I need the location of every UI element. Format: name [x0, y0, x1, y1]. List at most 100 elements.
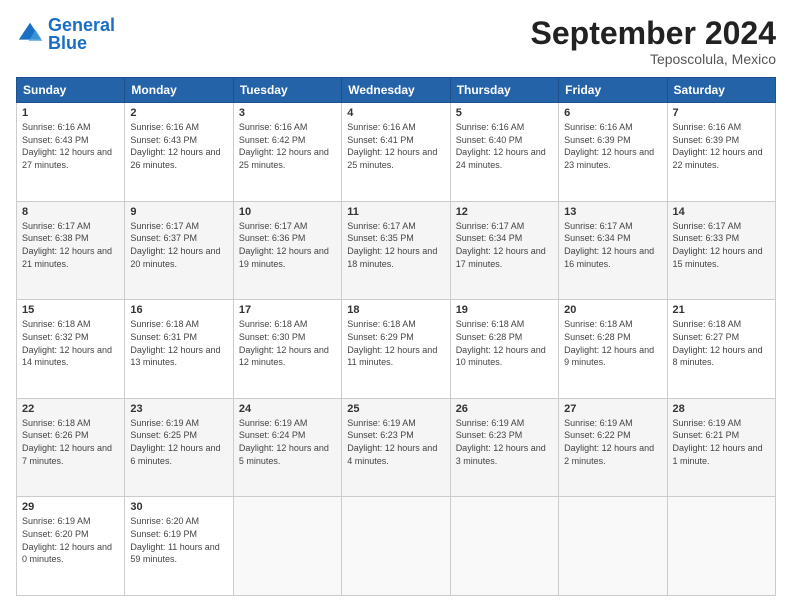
sunrise-text: Sunrise: 6:18 AM [130, 318, 227, 331]
sunset-text: Sunset: 6:43 PM [130, 134, 227, 147]
table-row: 29 Sunrise: 6:19 AM Sunset: 6:20 PM Dayl… [17, 497, 125, 596]
daylight-text: Daylight: 12 hours and 10 minutes. [456, 344, 553, 369]
day-info: Sunrise: 6:16 AM Sunset: 6:39 PM Dayligh… [673, 121, 770, 171]
table-row: 1 Sunrise: 6:16 AM Sunset: 6:43 PM Dayli… [17, 103, 125, 202]
table-row: 24 Sunrise: 6:19 AM Sunset: 6:24 PM Dayl… [233, 398, 341, 497]
daylight-text: Daylight: 12 hours and 25 minutes. [239, 146, 336, 171]
col-thursday: Thursday [450, 78, 558, 103]
sunrise-text: Sunrise: 6:18 AM [564, 318, 661, 331]
table-row: 30 Sunrise: 6:20 AM Sunset: 6:19 PM Dayl… [125, 497, 233, 596]
sunrise-text: Sunrise: 6:18 AM [22, 417, 119, 430]
header-row: Sunday Monday Tuesday Wednesday Thursday… [17, 78, 776, 103]
day-number: 12 [456, 206, 553, 218]
table-row [559, 497, 667, 596]
table-row: 18 Sunrise: 6:18 AM Sunset: 6:29 PM Dayl… [342, 300, 450, 399]
day-info: Sunrise: 6:16 AM Sunset: 6:42 PM Dayligh… [239, 121, 336, 171]
sunset-text: Sunset: 6:39 PM [673, 134, 770, 147]
sunset-text: Sunset: 6:19 PM [130, 528, 227, 541]
table-row: 12 Sunrise: 6:17 AM Sunset: 6:34 PM Dayl… [450, 201, 558, 300]
day-info: Sunrise: 6:19 AM Sunset: 6:23 PM Dayligh… [456, 417, 553, 467]
day-number: 25 [347, 403, 444, 415]
table-row: 3 Sunrise: 6:16 AM Sunset: 6:42 PM Dayli… [233, 103, 341, 202]
sunrise-text: Sunrise: 6:19 AM [347, 417, 444, 430]
day-info: Sunrise: 6:18 AM Sunset: 6:30 PM Dayligh… [239, 318, 336, 368]
table-row: 5 Sunrise: 6:16 AM Sunset: 6:40 PM Dayli… [450, 103, 558, 202]
sunrise-text: Sunrise: 6:19 AM [239, 417, 336, 430]
daylight-text: Daylight: 12 hours and 17 minutes. [456, 245, 553, 270]
sunrise-text: Sunrise: 6:18 AM [347, 318, 444, 331]
day-info: Sunrise: 6:16 AM Sunset: 6:43 PM Dayligh… [22, 121, 119, 171]
sunrise-text: Sunrise: 6:17 AM [673, 220, 770, 233]
sunrise-text: Sunrise: 6:16 AM [130, 121, 227, 134]
day-number: 1 [22, 107, 119, 119]
logo-icon [16, 20, 44, 48]
sunset-text: Sunset: 6:38 PM [22, 232, 119, 245]
sunset-text: Sunset: 6:30 PM [239, 331, 336, 344]
daylight-text: Daylight: 12 hours and 0 minutes. [22, 541, 119, 566]
daylight-text: Daylight: 12 hours and 5 minutes. [239, 442, 336, 467]
table-row: 23 Sunrise: 6:19 AM Sunset: 6:25 PM Dayl… [125, 398, 233, 497]
table-row: 19 Sunrise: 6:18 AM Sunset: 6:28 PM Dayl… [450, 300, 558, 399]
daylight-text: Daylight: 12 hours and 21 minutes. [22, 245, 119, 270]
day-number: 28 [673, 403, 770, 415]
day-info: Sunrise: 6:20 AM Sunset: 6:19 PM Dayligh… [130, 515, 227, 565]
day-info: Sunrise: 6:19 AM Sunset: 6:21 PM Dayligh… [673, 417, 770, 467]
sunrise-text: Sunrise: 6:18 AM [239, 318, 336, 331]
table-row: 28 Sunrise: 6:19 AM Sunset: 6:21 PM Dayl… [667, 398, 775, 497]
table-row: 25 Sunrise: 6:19 AM Sunset: 6:23 PM Dayl… [342, 398, 450, 497]
day-number: 6 [564, 107, 661, 119]
sunrise-text: Sunrise: 6:19 AM [564, 417, 661, 430]
day-info: Sunrise: 6:18 AM Sunset: 6:31 PM Dayligh… [130, 318, 227, 368]
day-number: 8 [22, 206, 119, 218]
table-row: 15 Sunrise: 6:18 AM Sunset: 6:32 PM Dayl… [17, 300, 125, 399]
sunrise-text: Sunrise: 6:17 AM [456, 220, 553, 233]
table-row: 6 Sunrise: 6:16 AM Sunset: 6:39 PM Dayli… [559, 103, 667, 202]
daylight-text: Daylight: 12 hours and 6 minutes. [130, 442, 227, 467]
day-info: Sunrise: 6:17 AM Sunset: 6:38 PM Dayligh… [22, 220, 119, 270]
page: General Blue September 2024 Teposcolula,… [0, 0, 792, 612]
day-number: 7 [673, 107, 770, 119]
header: General Blue September 2024 Teposcolula,… [16, 16, 776, 67]
day-number: 10 [239, 206, 336, 218]
day-number: 23 [130, 403, 227, 415]
day-info: Sunrise: 6:16 AM Sunset: 6:39 PM Dayligh… [564, 121, 661, 171]
table-row: 8 Sunrise: 6:17 AM Sunset: 6:38 PM Dayli… [17, 201, 125, 300]
sunrise-text: Sunrise: 6:19 AM [130, 417, 227, 430]
table-row [233, 497, 341, 596]
day-info: Sunrise: 6:19 AM Sunset: 6:24 PM Dayligh… [239, 417, 336, 467]
day-number: 17 [239, 304, 336, 316]
table-row: 10 Sunrise: 6:17 AM Sunset: 6:36 PM Dayl… [233, 201, 341, 300]
sunset-text: Sunset: 6:39 PM [564, 134, 661, 147]
sunrise-text: Sunrise: 6:17 AM [239, 220, 336, 233]
day-number: 21 [673, 304, 770, 316]
day-info: Sunrise: 6:19 AM Sunset: 6:25 PM Dayligh… [130, 417, 227, 467]
day-info: Sunrise: 6:17 AM Sunset: 6:35 PM Dayligh… [347, 220, 444, 270]
daylight-text: Daylight: 12 hours and 9 minutes. [564, 344, 661, 369]
day-info: Sunrise: 6:19 AM Sunset: 6:23 PM Dayligh… [347, 417, 444, 467]
sunrise-text: Sunrise: 6:17 AM [564, 220, 661, 233]
table-row [342, 497, 450, 596]
sunset-text: Sunset: 6:24 PM [239, 429, 336, 442]
daylight-text: Daylight: 11 hours and 59 minutes. [130, 541, 227, 566]
sunset-text: Sunset: 6:27 PM [673, 331, 770, 344]
location: Teposcolula, Mexico [531, 51, 776, 67]
sunset-text: Sunset: 6:28 PM [564, 331, 661, 344]
table-row: 16 Sunrise: 6:18 AM Sunset: 6:31 PM Dayl… [125, 300, 233, 399]
day-number: 14 [673, 206, 770, 218]
day-number: 15 [22, 304, 119, 316]
daylight-text: Daylight: 12 hours and 24 minutes. [456, 146, 553, 171]
sunrise-text: Sunrise: 6:17 AM [22, 220, 119, 233]
table-row: 9 Sunrise: 6:17 AM Sunset: 6:37 PM Dayli… [125, 201, 233, 300]
logo-general: General [48, 15, 115, 35]
table-row: 22 Sunrise: 6:18 AM Sunset: 6:26 PM Dayl… [17, 398, 125, 497]
daylight-text: Daylight: 12 hours and 7 minutes. [22, 442, 119, 467]
week-row-1: 1 Sunrise: 6:16 AM Sunset: 6:43 PM Dayli… [17, 103, 776, 202]
day-number: 5 [456, 107, 553, 119]
day-info: Sunrise: 6:18 AM Sunset: 6:28 PM Dayligh… [564, 318, 661, 368]
day-info: Sunrise: 6:18 AM Sunset: 6:32 PM Dayligh… [22, 318, 119, 368]
sunset-text: Sunset: 6:36 PM [239, 232, 336, 245]
table-row: 13 Sunrise: 6:17 AM Sunset: 6:34 PM Dayl… [559, 201, 667, 300]
sunset-text: Sunset: 6:43 PM [22, 134, 119, 147]
daylight-text: Daylight: 12 hours and 26 minutes. [130, 146, 227, 171]
week-row-3: 15 Sunrise: 6:18 AM Sunset: 6:32 PM Dayl… [17, 300, 776, 399]
